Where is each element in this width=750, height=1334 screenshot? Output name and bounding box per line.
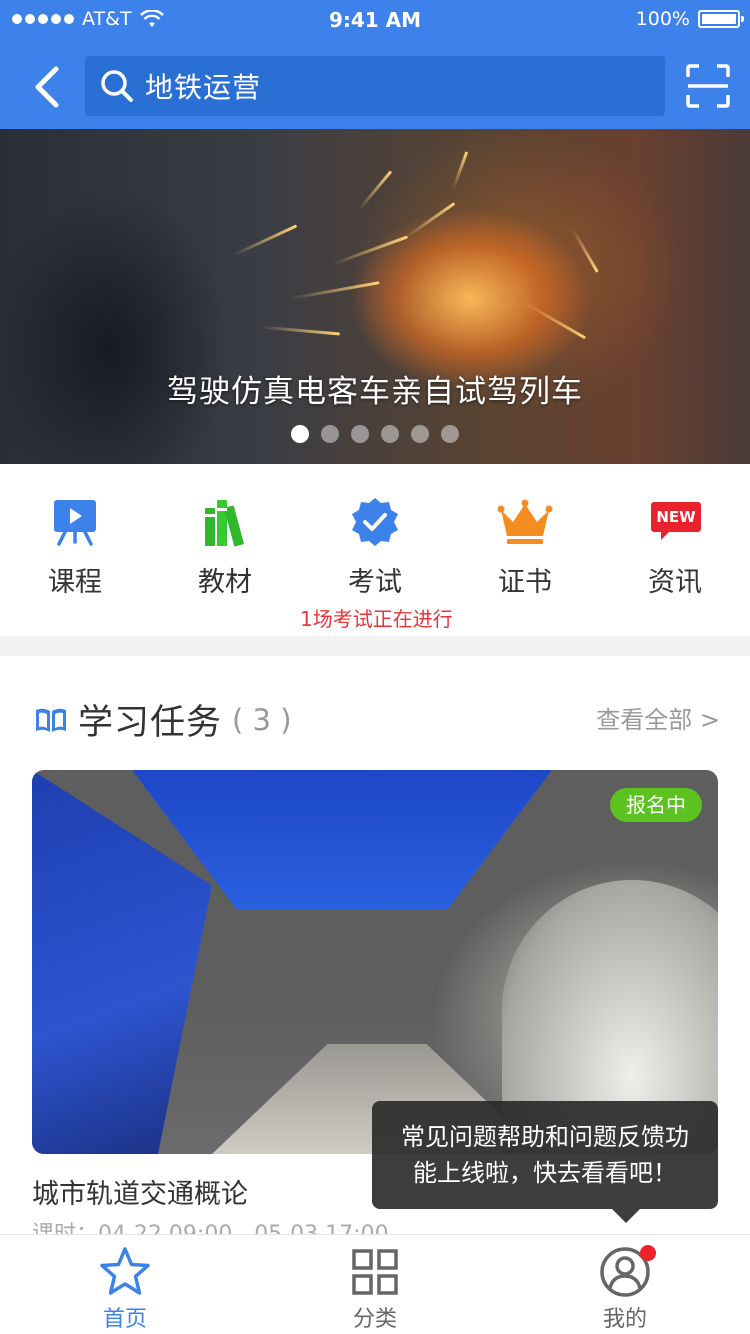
nav-row: 地铁运营 <box>0 56 750 118</box>
entry-label: 课程 <box>48 567 102 598</box>
notification-dot <box>640 1245 656 1261</box>
banner-pager <box>0 425 750 443</box>
entry-news[interactable]: NEW 资讯 <box>600 496 750 599</box>
section-header: 学习任务 ( 3 ) <box>34 694 292 745</box>
status-right: 100% <box>635 8 744 30</box>
section-title: 学习任务 <box>78 703 223 743</box>
status-bar: AT&T 9:41 AM 100% <box>0 0 750 40</box>
search-icon <box>101 70 133 102</box>
tab-label: 首页 <box>102 1307 147 1332</box>
entry-label: 教材 <box>198 567 252 598</box>
entry-course[interactable]: 课程 <box>0 496 150 599</box>
star-icon <box>100 1247 150 1295</box>
tab-label: 分类 <box>352 1307 397 1332</box>
exam-in-progress-notice: 1场考试正在进行 <box>300 607 453 631</box>
entry-exam[interactable]: 考试 1场考试正在进行 <box>300 496 453 632</box>
search-value: 地铁运营 <box>145 71 262 104</box>
tooltip-line-1: 常见问题帮助和问题反馈功 <box>401 1123 689 1151</box>
battery-percent: 100% <box>635 8 690 30</box>
course-play-icon <box>54 500 96 546</box>
entry-certificate[interactable]: 证书 <box>450 496 600 599</box>
banner-carousel[interactable]: 驾驶仿真电客车亲自试驾列车 <box>0 129 750 464</box>
tab-category[interactable]: 分类 <box>250 1245 500 1333</box>
tab-label: 我的 <box>602 1307 647 1332</box>
entry-label: 考试 <box>348 567 402 598</box>
pager-dot[interactable] <box>411 425 429 443</box>
pager-dot[interactable] <box>381 425 399 443</box>
books-icon <box>205 500 244 547</box>
pager-dot[interactable] <box>321 425 339 443</box>
banner-caption: 驾驶仿真电客车亲自试驾列车 <box>167 374 583 410</box>
scan-icon[interactable] <box>686 64 730 108</box>
task-card-title[interactable]: 城市轨道交通概论 <box>32 1172 248 1211</box>
entry-label: 资讯 <box>648 567 702 598</box>
crown-icon <box>497 499 553 544</box>
pager-dot[interactable] <box>351 425 369 443</box>
new-badge-icon: NEW <box>651 502 701 540</box>
tab-bar: 首页 分类 我的 <box>0 1234 750 1334</box>
open-book-icon <box>36 708 66 732</box>
back-chevron-icon <box>35 66 59 108</box>
task-count: ( 3 ) <box>232 702 292 737</box>
entry-textbook[interactable]: 教材 <box>150 496 300 599</box>
pager-dot[interactable] <box>291 425 309 443</box>
see-all-link[interactable]: 查看全部 > <box>596 700 720 735</box>
battery-icon <box>698 10 744 28</box>
search-input[interactable]: 地铁运营 <box>85 56 665 116</box>
tab-mine[interactable]: 我的 <box>500 1245 750 1333</box>
task-card-image[interactable]: 报名中 <box>32 770 718 1154</box>
feature-tooltip[interactable]: 常见问题帮助和问题反馈功 能上线啦，快去看看吧！ <box>372 1101 718 1223</box>
grid-icon <box>352 1249 398 1295</box>
top-bar: AT&T 9:41 AM 100% 地铁运营 <box>0 0 750 129</box>
task-card-time: 课时：04-22 09:00 - 05-03 17:00 <box>32 1222 389 1236</box>
status-badge: 报名中 <box>610 788 702 822</box>
tooltip-line-2: 能上线啦，快去看看吧！ <box>413 1159 677 1187</box>
quick-entry-row: 课程 教材 考试 1场考试正在进行 证书 NEW 资讯 <box>0 464 750 636</box>
entry-label: 证书 <box>498 567 552 598</box>
back-button[interactable] <box>24 60 70 114</box>
exam-check-badge-icon <box>352 498 398 546</box>
tab-home[interactable]: 首页 <box>0 1245 250 1333</box>
pager-dot[interactable] <box>441 425 459 443</box>
